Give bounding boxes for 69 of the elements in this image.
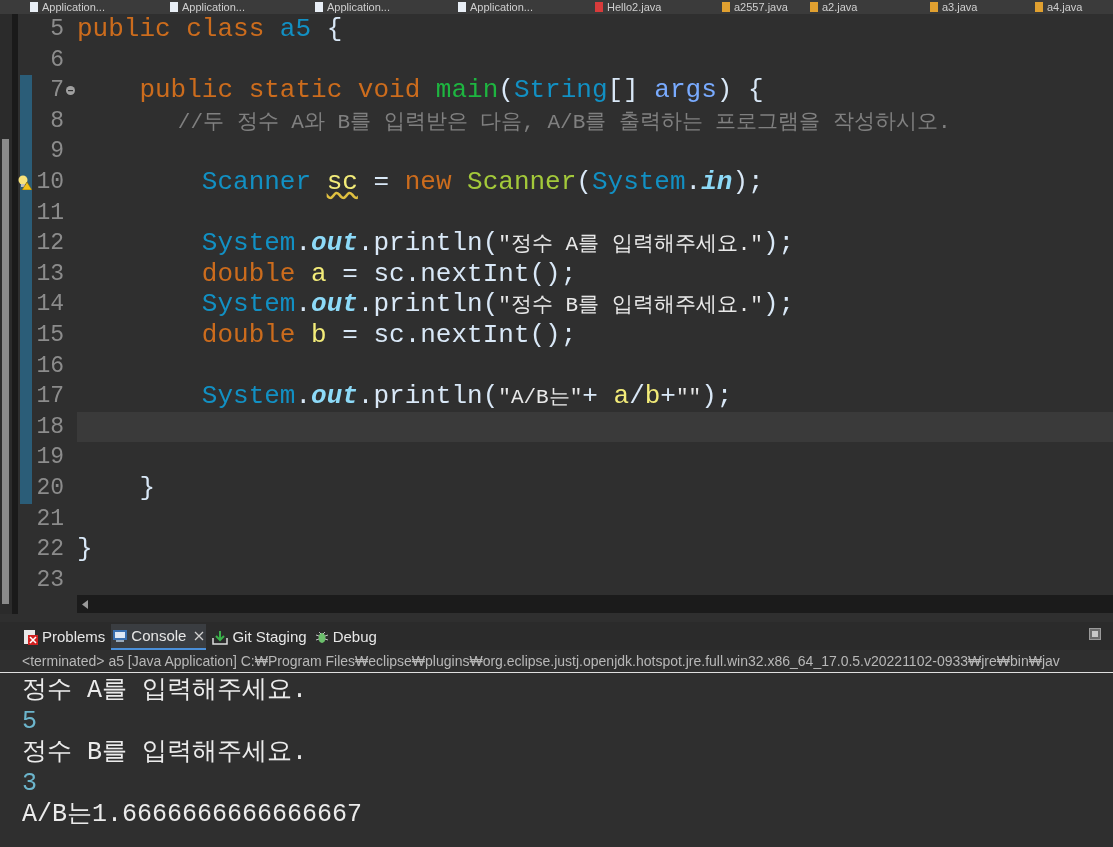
line-number: 13 xyxy=(36,259,64,289)
file-icon xyxy=(930,2,938,12)
scrollbar-thumb[interactable] xyxy=(2,139,9,604)
panel-tab[interactable]: Console xyxy=(111,624,207,650)
line-number: 18 xyxy=(36,412,64,442)
download-icon xyxy=(212,629,229,645)
console-output-text: 정수 B를 입력해주세요. xyxy=(22,736,307,769)
line-number: 21 xyxy=(36,504,64,534)
lightbulb-warning-icon[interactable] xyxy=(18,174,32,190)
panel-tab[interactable]: Problems xyxy=(22,624,108,650)
line-number: 15 xyxy=(36,320,64,350)
panel-tab[interactable]: Debug xyxy=(312,624,379,650)
editor-tab[interactable]: a4.java xyxy=(1047,0,1083,14)
line-number: 9 xyxy=(50,137,64,167)
file-icon xyxy=(315,2,323,12)
line-number: 20 xyxy=(36,473,64,503)
code-line: public class a5 { xyxy=(77,14,343,44)
line-number: 12 xyxy=(36,229,64,259)
problems-icon xyxy=(24,629,38,645)
file-icon xyxy=(1035,2,1043,12)
minimize-icon[interactable] xyxy=(1089,628,1101,640)
editor-tab[interactable]: Application... xyxy=(42,0,105,14)
file-icon xyxy=(170,2,178,12)
line-number: 19 xyxy=(36,443,64,473)
code-line: Scanner sc = new Scanner(System.in); xyxy=(200,166,764,197)
code-line: double b = sc.nextInt(); xyxy=(200,319,577,350)
line-number: 23 xyxy=(36,565,64,595)
console-status: <terminated> a5 [Java Application] C:₩Program Files₩eclipse₩plugins₩org.eclipse.justj.openjdk.hotspot.jre.full.win32.x86_64_17.0.5.v20221102-0933₩jre₩bin₩jav xyxy=(0,650,1113,673)
line-number: 14 xyxy=(36,290,64,320)
editor-tab[interactable]: Application... xyxy=(327,0,390,14)
code-line: System.out.println("정수 A를 입력해주세요."); xyxy=(200,228,795,259)
line-number: 17 xyxy=(36,382,64,412)
line-number: 10 xyxy=(36,167,64,197)
line-number: 16 xyxy=(36,351,64,381)
horizontal-scrollbar[interactable] xyxy=(77,595,1113,614)
line-number: 7 xyxy=(50,76,64,106)
editor-tab[interactable]: Application... xyxy=(182,0,245,14)
console-input-text: 3 xyxy=(22,767,37,800)
code-line: } xyxy=(138,472,155,503)
console-input-text: 5 xyxy=(22,705,37,738)
editor-tab[interactable]: a3.java xyxy=(942,0,978,14)
file-icon xyxy=(722,2,730,12)
file-icon xyxy=(810,2,818,12)
editor-tab[interactable]: Hello2.java xyxy=(607,0,662,14)
file-icon xyxy=(595,2,603,12)
line-number: 22 xyxy=(36,535,64,565)
line-number: 8 xyxy=(50,106,64,136)
panel-tab[interactable]: Git Staging xyxy=(210,624,309,650)
editor-tab[interactable]: Application... xyxy=(470,0,533,14)
bug-icon xyxy=(314,630,329,644)
line-number: 5 xyxy=(50,15,64,44)
console-output-text: 정수 A를 입력해주세요. xyxy=(22,674,307,707)
code-line: System.out.println("정수 B를 입력해주세요."); xyxy=(200,289,795,320)
line-number: 11 xyxy=(36,198,64,228)
code-line: //두 정수 A와 B를 입력받은 다음, A/B를 출력하는 프로그램을 작성하시오. xyxy=(176,109,951,136)
file-icon xyxy=(30,2,38,12)
line-number: 6 xyxy=(50,45,64,75)
console-icon xyxy=(113,630,128,642)
editor-tab[interactable]: a2.java xyxy=(822,0,858,14)
code-line: public static void main(String[] args) { xyxy=(138,75,764,106)
file-icon xyxy=(458,2,466,12)
scroll-left-icon[interactable] xyxy=(82,599,88,609)
code-line: double a = sc.nextInt(); xyxy=(200,258,577,289)
close-icon[interactable] xyxy=(194,631,205,641)
code-line: } xyxy=(77,534,93,565)
console-output-text: A/B는1.6666666666666667 xyxy=(22,798,363,831)
editor-tab[interactable]: a2557.java xyxy=(734,0,788,14)
fold-icon[interactable] xyxy=(66,86,75,96)
code-line: System.out.println("A/B는"+ a/b+""); xyxy=(200,381,733,412)
